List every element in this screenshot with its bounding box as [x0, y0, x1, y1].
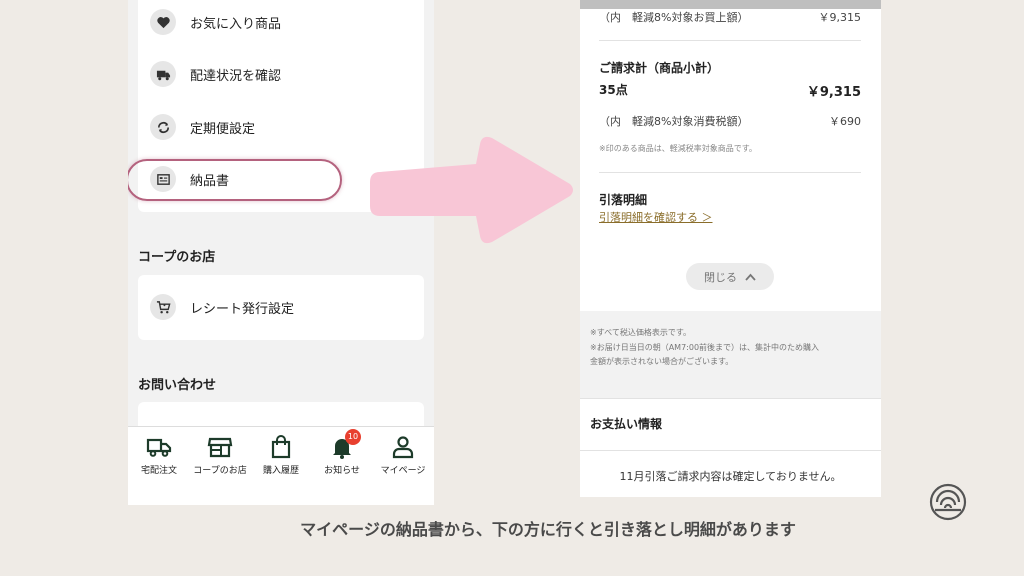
note-line: 金額が表示されない場合がございます。 [590, 357, 734, 366]
billing-total-amount: ￥9,315 [806, 85, 861, 100]
heart-icon [150, 9, 176, 35]
tab-label: お知らせ [324, 466, 360, 476]
divider [599, 172, 861, 173]
withdrawal-detail-title: 引落明細 [599, 193, 648, 207]
invoice-detail-card: （内 軽減8%対象お買上額） ￥9,315 ご請求計（商品小計） 35点 ￥9,… [580, 9, 881, 311]
tab-mypage[interactable]: マイページ [372, 435, 434, 476]
menu-item-label: 配達状況を確認 [190, 68, 282, 84]
tab-label: マイページ [380, 466, 426, 476]
item-count: 35点 [599, 83, 628, 97]
reduced-tax-label: （内 軽減8%対象消費税額） [599, 115, 749, 128]
tab-home-delivery[interactable]: 宅配注文 [128, 435, 190, 476]
reduced-tax-note: ※印のある商品は、軽減税率対象商品です。 [599, 144, 757, 153]
withdrawal-detail-link[interactable]: 引落明細を確認する ＞ [599, 209, 713, 225]
menu-item-receipt-settings[interactable]: レシート発行設定 [138, 287, 424, 327]
store-card: レシート発行設定 [138, 275, 424, 340]
truck-icon [146, 438, 172, 457]
contact-section-title: お問い合わせ [138, 378, 217, 393]
tab-purchase-history[interactable]: 購入履歴 [250, 435, 312, 476]
divider [599, 40, 861, 41]
right-phone-screenshot: （内 軽減8%対象お買上額） ￥9,315 ご請求計（商品小計） 35点 ￥9,… [580, 0, 881, 497]
right-arrow-icon [370, 136, 573, 244]
header-shadow-bar [580, 0, 881, 9]
tab-label: 宅配注文 [140, 466, 177, 476]
close-button[interactable]: 閉じる [686, 263, 774, 290]
tab-notifications[interactable]: 10 お知らせ [311, 429, 373, 476]
invoice-highlight-ring [128, 159, 342, 201]
shopping-bag-icon [271, 435, 291, 459]
reduced-tax-purchase-label: （内 軽減8%対象お買上額） [599, 11, 749, 24]
bill-status-bar: 11月引落ご請求内容は確定しておりません。 [580, 450, 881, 497]
menu-item-label: 定期便設定 [190, 121, 256, 137]
reduced-tax-purchase-amount: ￥9,315 [818, 11, 862, 24]
billing-total-title: ご請求計（商品小計） [599, 61, 720, 75]
tab-label: 購入履歴 [262, 466, 299, 476]
bottom-tab-bar: 宅配注文 コープのお店 購入履歴 10 お知らせ マイページ [128, 426, 434, 505]
reduced-tax-amount: ￥690 [829, 115, 861, 128]
store-section-title: コープのお店 [138, 250, 216, 265]
bill-status-text: 11月引落ご請求内容は確定しておりません。 [619, 470, 842, 483]
close-button-label: 閉じる [704, 270, 737, 284]
payment-info-title: お支払い情報 [590, 417, 663, 431]
menu-item-delivery-status[interactable]: 配達状況を確認 [138, 54, 424, 94]
store-icon [207, 437, 233, 458]
truck-icon [150, 61, 176, 87]
menu-item-label: レシート発行設定 [190, 301, 295, 317]
menu-item-label: お気に入り商品 [190, 16, 282, 32]
spiral-logo-icon [929, 483, 967, 521]
tab-coop-store[interactable]: コープのお店 [189, 435, 251, 476]
tab-label: コープのお店 [193, 466, 247, 476]
menu-item-favorites[interactable]: お気に入り商品 [138, 2, 424, 42]
note-line: ※すべて税込価格表示です。 [590, 328, 692, 337]
note-line: ※お届け日当日の朝（AM7:00前後まで）は、集計中のため購入 [590, 343, 820, 352]
left-phone-screenshot: お気に入り商品 配達状況を確認 定期便設定 納品書 コープのお店 レシート発行設… [128, 0, 434, 505]
notification-count-badge: 10 [345, 429, 361, 445]
person-icon [392, 436, 414, 459]
chevron-up-icon [745, 273, 756, 281]
cart-icon [150, 294, 176, 320]
refresh-icon [150, 114, 176, 140]
caption-text: マイページの納品書から、下の方に行くと引き落とし明細があります [300, 520, 796, 539]
